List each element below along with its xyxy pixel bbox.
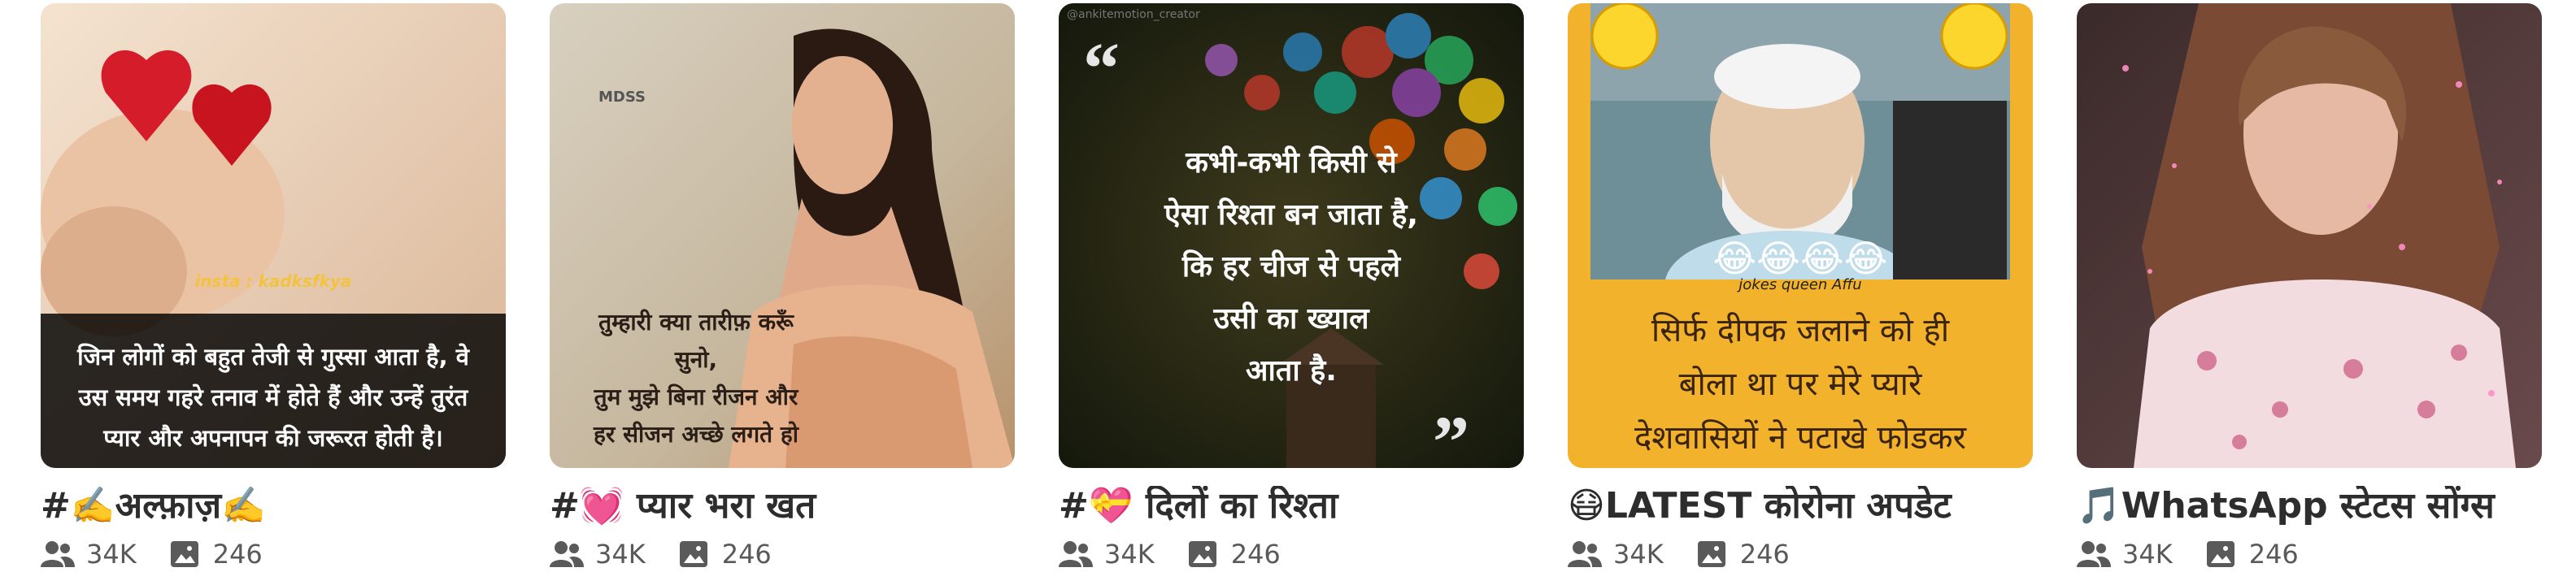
group-title[interactable]: #💝 दिलों का रिश्ता xyxy=(1059,486,1524,527)
woman-video-photo xyxy=(2077,3,2542,468)
group-title[interactable]: 😷LATEST कोरोना अपडेट xyxy=(1568,486,2033,527)
caption-line: देशवासियों ने पटाखे फोडकर xyxy=(1634,419,1966,457)
members-count: 34K xyxy=(595,538,646,570)
group-grid: insta : kadksfkya जिन लोगों को बहुत तेजी… xyxy=(41,3,2545,585)
caption-line: सिर्फ दीपक जलाने को ही xyxy=(1651,312,1950,349)
handle-text: @ankitemotion_creator xyxy=(1067,8,1200,21)
group-title[interactable]: 🎵WhatsApp स्टेटस सोंग्स xyxy=(2077,486,2542,527)
posts-stat: 246 xyxy=(2204,539,2299,570)
posts-stat: 246 xyxy=(168,539,263,570)
members-count: 34K xyxy=(2122,538,2173,570)
posts-count: 246 xyxy=(1230,538,1281,570)
caption-line: जिन लोगों को बहुत तेजी से गुस्सा आता है,… xyxy=(77,343,469,370)
members-count: 34K xyxy=(1104,538,1155,570)
posts-count: 246 xyxy=(721,538,772,570)
group-thumbnail[interactable] xyxy=(2077,3,2542,468)
group-stats: 34K 246 xyxy=(41,539,506,570)
caption-line: उस समय गहरे तनाव में होते हैं और उन्हें … xyxy=(78,384,468,411)
close-quote-icon: ” xyxy=(1433,402,1469,468)
members-icon xyxy=(2077,540,2111,567)
watermark-text: insta : kadksfkya xyxy=(194,271,352,291)
caption-line: प्यार और अपनापन की जरूरत होती है। xyxy=(103,424,443,452)
members-stat: 34K xyxy=(550,539,646,570)
caption-line: ऐसा रिश्ता बन जाता है, xyxy=(1164,198,1419,232)
group-title[interactable]: #✍️अल्फ़ाज़✍️ xyxy=(41,486,506,527)
members-stat: 34K xyxy=(1568,539,1664,570)
posts-stat: 246 xyxy=(1695,539,1790,570)
caption-line: तुम्हारी क्या तारीफ़ करूँ xyxy=(598,309,794,336)
members-stat: 34K xyxy=(41,539,137,570)
caption-line: सुनो, xyxy=(674,346,718,373)
members-stat: 34K xyxy=(1059,539,1155,570)
group-card[interactable]: MDSS तुम्हारी क्या तारीफ़ करूँ सुनो, तुम… xyxy=(550,3,1015,585)
group-card[interactable]: 😂😂😂😂 jokes queen Affu सिर्फ दीपक जलाने क… xyxy=(1568,3,2033,585)
members-count: 34K xyxy=(86,538,137,570)
posts-stat: 246 xyxy=(677,539,772,570)
group-card[interactable]: insta : kadksfkya जिन लोगों को बहुत तेजी… xyxy=(41,3,506,585)
caption-line: तुम मुझे बिना रीजन और xyxy=(594,384,798,410)
open-quote-icon: “ xyxy=(1083,28,1120,109)
group-card[interactable]: 🎵WhatsApp स्टेटस सोंग्स 34K 246 xyxy=(2077,3,2542,585)
group-stats: 34K 246 xyxy=(1059,539,1524,570)
image-icon xyxy=(1188,540,1216,567)
group-thumbnail[interactable]: 😂😂😂😂 jokes queen Affu सिर्फ दीपक जलाने क… xyxy=(1568,3,2033,468)
image-icon xyxy=(2206,540,2234,567)
image-icon xyxy=(679,540,707,567)
caption-line: कभी-कभी किसी से xyxy=(1186,146,1397,180)
posts-count: 246 xyxy=(212,538,263,570)
group-thumbnail[interactable]: “ ” @ankitemotion_creator कभी-कभी किसी स… xyxy=(1059,3,1524,468)
credit-text: jokes queen Affu xyxy=(1738,276,1862,293)
members-icon xyxy=(1568,540,1602,567)
posts-count: 246 xyxy=(2248,538,2299,570)
members-stat: 34K xyxy=(2077,539,2173,570)
members-icon xyxy=(41,540,75,567)
members-icon xyxy=(550,540,584,567)
posts-stat: 246 xyxy=(1186,539,1281,570)
members-icon xyxy=(1059,540,1093,567)
logo-text: MDSS xyxy=(598,89,646,106)
image-icon xyxy=(1697,540,1725,567)
emoji-row: 😂😂😂😂 xyxy=(1712,236,1888,280)
group-stats: 34K 246 xyxy=(1568,539,2033,570)
caption-line: उसी का ख्याल xyxy=(1213,302,1369,336)
members-count: 34K xyxy=(1613,538,1664,570)
group-card[interactable]: “ ” @ankitemotion_creator कभी-कभी किसी स… xyxy=(1059,3,1524,585)
group-stats: 34K 246 xyxy=(550,539,1015,570)
caption-line: कि हर चीज से पहले xyxy=(1181,250,1401,284)
group-thumbnail[interactable]: MDSS तुम्हारी क्या तारीफ़ करूँ सुनो, तुम… xyxy=(550,3,1015,468)
caption-line: आता है. xyxy=(1246,354,1337,388)
caption-line: बोला था पर मेरे प्यारे xyxy=(1678,366,1922,403)
group-stats: 34K 246 xyxy=(2077,539,2542,570)
image-icon xyxy=(170,540,198,567)
group-thumbnail[interactable]: insta : kadksfkya जिन लोगों को बहुत तेजी… xyxy=(41,3,506,468)
posts-count: 246 xyxy=(1739,538,1790,570)
group-title[interactable]: #💓 प्यार भरा खत xyxy=(550,486,1015,527)
caption-line: हर सीजन अच्छे लगते हो xyxy=(594,421,798,448)
